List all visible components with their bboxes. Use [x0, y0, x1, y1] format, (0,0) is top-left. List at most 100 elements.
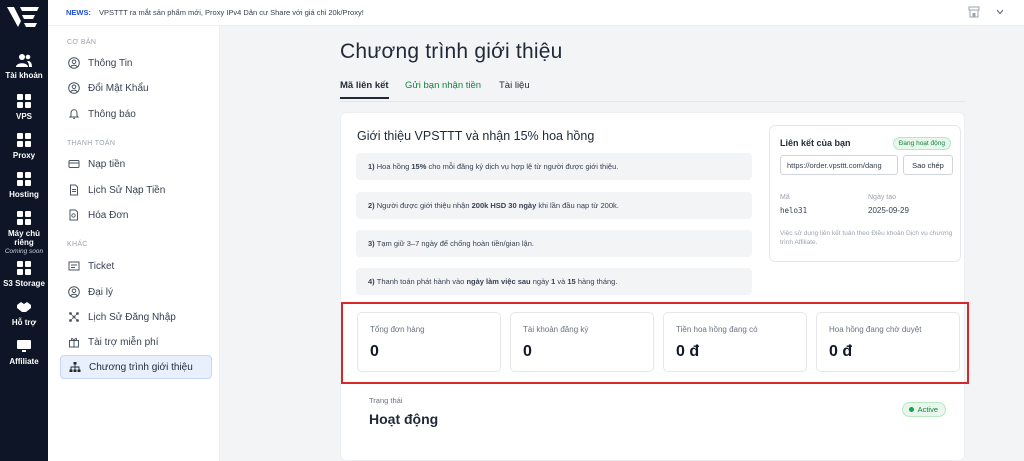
sidebar-item-label: Đại lý [88, 286, 114, 298]
users-icon [16, 54, 32, 67]
news-text: VPSTTT ra mắt sản phẩm mới, Proxy IPv4 D… [99, 8, 364, 17]
stat-label: Tài khoản đăng ký [523, 325, 589, 334]
sidebar-item-label: Thông Tin [88, 57, 133, 69]
top-bar: NEWS: VPSTTT ra mắt sản phẩm mới, Proxy I… [48, 0, 1024, 26]
created-date: 2025-09-29 [868, 206, 909, 215]
sidebar-item-topup[interactable]: Nạp tiền [60, 152, 212, 176]
user-circle-icon [68, 82, 80, 94]
sidebar-item-label: Hóa Đơn [88, 209, 129, 221]
rail-item-vps[interactable]: VPS [0, 93, 48, 121]
sidebar-item-label: Thông báo [88, 108, 136, 120]
rail-item-support[interactable]: Hỗ trợ [0, 299, 48, 327]
sidebar-item-invoices[interactable]: Hóa Đơn [60, 203, 212, 227]
app-rail: Tài khoản VPS Proxy Hosting Máy chủ riên… [0, 0, 48, 461]
grid-icon [17, 94, 31, 108]
brand-logo-icon[interactable] [5, 4, 41, 30]
stat-registered-accounts: Tài khoản đăng ký 0 [510, 312, 654, 372]
sidebar-item-label: Đổi Mật Khẩu [88, 82, 149, 94]
sidebar-item-free-sponsorship[interactable]: Tài trợ miễn phí [60, 330, 212, 354]
grid-icon [17, 211, 31, 225]
sidebar-item-label: Chương trình giới thiệu [89, 361, 193, 373]
status-label: Trạng thái [369, 396, 403, 405]
document-search-icon [69, 209, 78, 221]
sidebar-item-label: Tài trợ miễn phí [88, 336, 159, 348]
tab-divider [340, 101, 965, 102]
stat-pending-commission: Hoa hồng đang chờ duyệt 0 đ [816, 312, 960, 372]
sidebar-item-topup-history[interactable]: Lịch Sử Nạp Tiền [60, 178, 212, 202]
rail-item-s3[interactable]: S3 Storage [0, 260, 48, 288]
sitemap-icon [69, 362, 81, 372]
sidebar-item-referral[interactable]: Chương trình giới thiệu [60, 355, 212, 379]
status-row: Trạng thái Hoạt động Active [357, 392, 950, 444]
handshake-icon [17, 302, 31, 312]
bell-icon [68, 109, 80, 119]
rail-label: VPS [15, 112, 32, 121]
rail-item-hosting[interactable]: Hosting [0, 171, 48, 199]
tab-referral-link[interactable]: Mã liên kết [340, 80, 389, 99]
section-other: KHÁC [67, 241, 88, 248]
stat-value: 0 [370, 343, 379, 360]
sidebar-item-change-password[interactable]: Đổi Mật Khẩu [60, 76, 212, 100]
rail-item-proxy[interactable]: Proxy [0, 132, 48, 160]
main-content: Chương trình giới thiệu Mã liên kết Gửi … [220, 26, 1024, 461]
stat-value: 0 [523, 343, 532, 360]
status-value: Hoạt động [369, 411, 439, 427]
sidebar-item-login-history[interactable]: Lịch Sử Đăng Nhập [60, 305, 212, 329]
stat-value: 0 đ [676, 343, 700, 360]
rail-item-affiliate[interactable]: Affiliate [0, 338, 48, 366]
news-label: NEWS: [66, 8, 91, 17]
rail-label: Tài khoản [5, 71, 43, 80]
sidebar-item-label: Nạp tiền [88, 158, 126, 170]
stat-label: Hoa hồng đang chờ duyệt [829, 325, 922, 334]
rail-item-account[interactable]: Tài khoản [0, 52, 48, 80]
sidebar-item-label: Lịch Sử Đăng Nhập [88, 311, 176, 323]
created-label: Ngày tạo [868, 194, 897, 201]
sidebar-item-ticket[interactable]: Ticket [60, 254, 212, 278]
copy-button[interactable]: Sao chép [903, 155, 953, 175]
sidebar-item-notifications[interactable]: Thông báo [60, 102, 212, 126]
stat-available-commission: Tiền hoa hồng đang có 0 đ [663, 312, 807, 372]
rule-item: 1) Hoa hồng 15% cho mỗi đăng ký dịch vụ … [356, 153, 752, 180]
referral-link-field[interactable]: https://order.vpsttt.com/dang [780, 155, 898, 175]
settings-sidebar: CƠ BẢN Thông Tin Đổi Mật Khẩu Thông báo … [48, 26, 220, 461]
rule-item: 2) Người được giới thiệu nhận 200k HSD 3… [356, 192, 752, 219]
store-icon[interactable] [968, 6, 980, 18]
monitor-icon [17, 340, 31, 352]
chevron-down-icon[interactable] [996, 9, 1004, 15]
referral-link-panel: Liên kết của bạn Đang hoạt động https://… [769, 125, 961, 262]
referral-link-title: Liên kết của bạn [780, 138, 851, 148]
gift-icon [69, 337, 79, 348]
tab-documents[interactable]: Tài liệu [499, 80, 530, 97]
stat-label: Tiền hoa hồng đang có [676, 325, 758, 334]
card-title: Giới thiệu VPSTTT và nhận 15% hoa hồng [357, 129, 595, 143]
referral-code: helo31 [780, 206, 808, 215]
rule-item: 4) Thanh toán phát hành vào ngày làm việ… [356, 268, 752, 295]
grid-icon [17, 133, 31, 147]
stat-total-orders: Tổng đơn hàng 0 [357, 312, 501, 372]
rail-label: Hỗ trợ [11, 318, 37, 327]
network-icon [69, 312, 79, 322]
ticket-icon [68, 261, 80, 271]
sidebar-item-label: Lịch Sử Nạp Tiền [88, 184, 166, 196]
rail-label: Hosting [9, 190, 39, 199]
coming-soon-label: Coming soon [4, 248, 44, 255]
rule-item: 3) Tạm giữ 3–7 ngày để chống hoàn tiền/g… [356, 230, 752, 257]
news-ticker[interactable]: NEWS: VPSTTT ra mắt sản phẩm mới, Proxy I… [66, 8, 364, 17]
grid-icon [17, 261, 31, 275]
sidebar-item-reseller[interactable]: Đại lý [60, 280, 212, 304]
section-basic: CƠ BẢN [67, 39, 97, 46]
active-badge-label: Active [917, 405, 938, 414]
rail-label: S3 Storage [3, 279, 45, 288]
sidebar-item-label: Ticket [88, 260, 115, 272]
tab-send-friend[interactable]: Gửi bạn nhận tiền [405, 80, 481, 97]
sidebar-item-profile[interactable]: Thông Tin [60, 51, 212, 75]
grid-icon [17, 172, 31, 186]
active-badge: Active [901, 402, 946, 417]
document-icon [70, 184, 78, 196]
stat-label: Tổng đơn hàng [370, 325, 425, 334]
rail-item-dedicated[interactable]: Máy chủ riêng Coming soon [0, 210, 48, 255]
stat-value: 0 đ [829, 343, 853, 360]
page-title: Chương trình giới thiệu [340, 40, 563, 63]
section-payment: THANH TOÁN [67, 140, 116, 147]
rail-label: Proxy [12, 151, 36, 160]
